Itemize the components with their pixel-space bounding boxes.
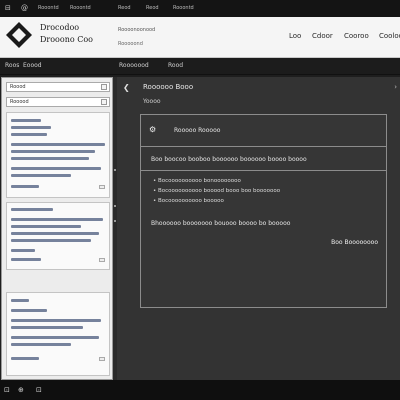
text-line	[11, 258, 41, 261]
filter-toggle-icon[interactable]	[101, 99, 107, 105]
list-card-3[interactable]	[6, 292, 110, 376]
window-icon[interactable]: ⊟	[5, 4, 11, 12]
toolbar-item-3[interactable]: Rooooood	[119, 62, 149, 69]
menu-item-1[interactable]: Rooontd	[38, 5, 59, 11]
window-icon[interactable]: ⊡	[4, 386, 10, 394]
nav-link-4[interactable]: Cooloo	[379, 32, 400, 40]
tool-icon: ⚙	[149, 125, 157, 134]
text-line	[11, 319, 101, 322]
toolbar-item-2[interactable]: Eoood	[23, 62, 42, 69]
menu-item-3[interactable]: Reod	[118, 5, 131, 11]
text-line	[11, 326, 83, 329]
brand-name: Drocodoo	[40, 23, 80, 32]
text-line	[11, 143, 105, 146]
bullet-item: • Bocoooooooooo bonoooooooo	[153, 178, 241, 184]
sidebar: Roood Rooood	[1, 77, 113, 380]
panel-title: Rooooo Rooooo	[174, 127, 221, 134]
header-path: Roooonoonood	[118, 27, 156, 33]
text-line	[11, 119, 41, 122]
text-line	[11, 309, 47, 312]
filter-select[interactable]: Rooood	[6, 97, 110, 107]
text-line	[11, 174, 71, 177]
filter-select-value: Rooood	[10, 99, 29, 105]
panel-action-button[interactable]: Boo Boooooooo	[331, 239, 378, 246]
text-line	[11, 239, 91, 242]
back-chevron-icon[interactable]: ❮	[123, 83, 130, 92]
card-toggle-icon[interactable]	[99, 185, 105, 189]
panel-question: Bhoooooo booooooo bouooo boooo bo booooo	[151, 220, 291, 227]
splitter-grip-icon	[114, 220, 116, 222]
text-line	[11, 225, 81, 228]
text-line	[11, 218, 103, 221]
text-line	[11, 208, 53, 211]
bullet-item: • Bocoooooooooo booood booo boo booooooo	[153, 188, 281, 194]
divider	[141, 170, 386, 171]
list-card-2[interactable]	[6, 202, 110, 270]
splitter-grip-icon	[114, 169, 116, 171]
expand-chevron-icon[interactable]: ›	[394, 83, 397, 91]
toolbar: Roos Eoood Rooooood Rood	[0, 58, 400, 75]
panel-header: ⚙ Rooooo Rooooo	[141, 115, 386, 147]
nav-link-3[interactable]: Cooroo	[344, 32, 369, 40]
app-header: Drocodoo Drooono Coo Roooonoonood Rooooo…	[0, 17, 400, 58]
system-bar: ⊟ @ Rooontd Rooontd Reod Reod Rooontd	[0, 0, 400, 17]
text-line	[11, 157, 89, 160]
text-line	[11, 343, 71, 346]
diamond-logo-icon[interactable]	[4, 20, 34, 50]
at-icon[interactable]: @	[21, 4, 28, 12]
text-line	[11, 299, 29, 302]
text-line	[11, 249, 35, 252]
nav-link-1[interactable]: Loo	[289, 32, 301, 40]
text-line	[11, 232, 99, 235]
text-line	[11, 133, 47, 136]
menu-item-2[interactable]: Rooontd	[70, 5, 91, 11]
card-toggle-icon[interactable]	[99, 258, 105, 262]
text-line	[11, 336, 99, 339]
text-line	[11, 357, 39, 360]
text-line	[11, 150, 95, 153]
globe-icon[interactable]: ⊕	[18, 386, 24, 394]
bullet-item: • Bocoooooooooo booooo	[153, 198, 224, 204]
search-toggle-icon[interactable]	[101, 84, 107, 90]
text-line	[11, 185, 39, 188]
text-line	[11, 126, 51, 129]
search-input[interactable]: Roood	[6, 82, 110, 92]
panel-description: Boo boocoo booboo boooooo boooooo boooo …	[151, 156, 307, 163]
nav-link-2[interactable]: Cdoor	[312, 32, 333, 40]
header-subpath: Rooooond	[118, 41, 143, 47]
menu-item-4[interactable]: Reod	[146, 5, 159, 11]
toolbar-item-4[interactable]: Rood	[168, 62, 183, 69]
main-content: ❮ Roooooo Booo Yoooo › ⚙ Rooooo Rooooo B…	[117, 77, 400, 380]
splitter-grip-icon	[114, 205, 116, 207]
bottom-bar: ⊡ ⊕ ⊡	[0, 380, 400, 400]
page-title: Roooooo Booo	[143, 83, 194, 91]
brand-subtitle: Drooono Coo	[40, 35, 93, 44]
page-subtitle: Yoooo	[143, 98, 161, 105]
card-toggle-icon[interactable]	[99, 357, 105, 361]
window-icon[interactable]: ⊡	[36, 386, 42, 394]
search-input-value: Roood	[10, 84, 26, 90]
detail-panel: ⚙ Rooooo Rooooo Boo boocoo booboo booooo…	[140, 114, 387, 308]
text-line	[11, 167, 101, 170]
menu-item-5[interactable]: Rooontd	[173, 5, 194, 11]
toolbar-item-1[interactable]: Roos	[5, 62, 19, 69]
list-card-1[interactable]	[6, 112, 110, 198]
